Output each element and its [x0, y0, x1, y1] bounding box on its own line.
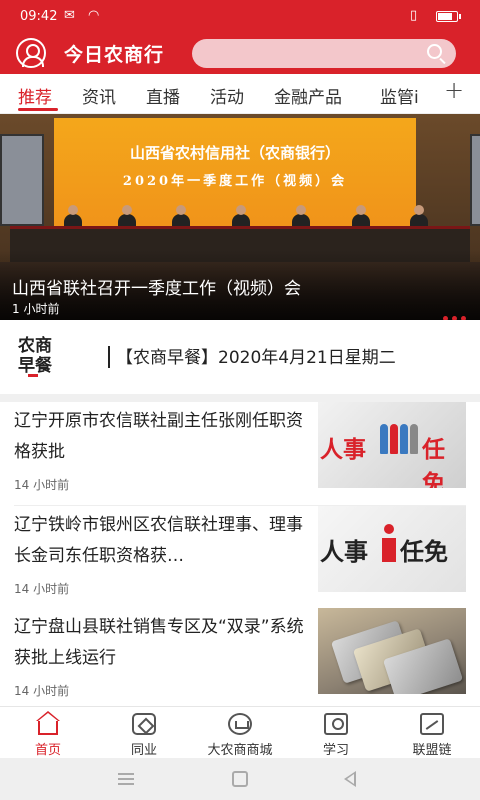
- breakfast-bulletin[interactable]: 农商 早餐 【农商早餐】2020年4月21日星期二: [0, 320, 480, 394]
- news-thumbnail[interactable]: 人事 任免: [318, 506, 466, 592]
- system-nav-bar: [0, 758, 480, 800]
- news-time: 14 小时前: [14, 684, 70, 698]
- nav-label: 同业: [130, 743, 157, 758]
- home-icon: [36, 711, 60, 735]
- back-icon[interactable]: [344, 771, 356, 787]
- breakfast-headline[interactable]: 【农商早餐】2020年4月21日星期二: [116, 343, 396, 368]
- nav-label: 学习: [322, 743, 349, 758]
- banner-caption: 山西省联社召开一季度工作（视频）会: [12, 279, 301, 299]
- status-time: 09:42: [20, 9, 58, 24]
- news-item[interactable]: 辽宁开原市农信联社副主任张刚任职资格获批 14 小时前 人事 任免: [0, 402, 480, 506]
- news-item[interactable]: 辽宁铁岭市银州区农信联社理事、理事长金司东任职资格获… 14 小时前 人事 任免: [0, 506, 480, 610]
- nav-mall[interactable]: 大农商商城: [192, 711, 288, 759]
- featured-banner[interactable]: 山西省农村信用社（农商银行） 2020年一季度工作（视频）会 山西省联社召开一季…: [0, 114, 480, 320]
- nav-label: 大农商商城: [207, 743, 273, 758]
- banner-screen-line2: 2020年一季度工作（视频）会: [122, 174, 348, 189]
- search-icon[interactable]: [427, 44, 442, 59]
- carousel-dots: [439, 306, 466, 320]
- peer-icon: [132, 713, 156, 735]
- search-input[interactable]: [192, 39, 456, 68]
- tab-regulation[interactable]: 监管i: [380, 83, 419, 108]
- wifi-icon: ◠: [88, 8, 100, 23]
- banner-screen-line1: 山西省农村信用社（农商银行）: [129, 144, 340, 162]
- learn-icon: [324, 713, 348, 735]
- mail-icon: ✉: [64, 8, 75, 23]
- app-bar: 今日农商行: [0, 34, 480, 74]
- news-title[interactable]: 辽宁盘山县联社销售专区及“双录”系统获批上线运行: [14, 612, 310, 674]
- category-tabs: 推荐 资讯 直播 活动 金融产品 监管i +: [0, 74, 480, 114]
- news-title[interactable]: 辽宁铁岭市银州区农信联社理事、理事长金司东任职资格获…: [14, 510, 310, 572]
- menu-icon[interactable]: [118, 773, 134, 785]
- nav-learn[interactable]: 学习: [288, 711, 384, 759]
- bottom-nav: 首页 同业 大农商商城 学习 联盟链: [0, 706, 480, 758]
- breakfast-logo: 农商 早餐: [18, 336, 64, 380]
- battery-icon: [436, 11, 461, 22]
- active-tab-indicator: [18, 108, 58, 111]
- vibrate-icon: ▯: [410, 8, 418, 23]
- nav-chain[interactable]: 联盟链: [384, 711, 480, 759]
- news-title[interactable]: 辽宁开原市农信联社副主任张刚任职资格获批: [14, 406, 310, 468]
- system-home-icon[interactable]: [232, 771, 248, 787]
- nav-label: 联盟链: [412, 743, 452, 758]
- tab-finance-products[interactable]: 金融产品: [274, 83, 342, 108]
- status-bar: 09:42 ✉ ◠ ▯: [0, 0, 480, 34]
- news-item[interactable]: 辽宁盘山县联社销售专区及“双录”系统获批上线运行 14 小时前: [0, 608, 480, 712]
- news-thumbnail[interactable]: 人事 任免: [318, 402, 466, 488]
- news-time: 14 小时前: [14, 478, 70, 492]
- chain-icon: [420, 713, 444, 735]
- tab-recommend[interactable]: 推荐: [18, 83, 52, 108]
- nav-peer[interactable]: 同业: [96, 711, 192, 759]
- news-thumbnail[interactable]: [318, 608, 466, 694]
- mall-icon: [228, 713, 252, 735]
- tab-events[interactable]: 活动: [210, 83, 244, 108]
- nav-home[interactable]: 首页: [0, 711, 96, 759]
- news-time: 14 小时前: [14, 582, 70, 596]
- banner-time: 1 小时前: [12, 302, 60, 316]
- add-tab-icon[interactable]: +: [444, 76, 464, 104]
- tab-live[interactable]: 直播: [146, 83, 180, 108]
- divider: [108, 346, 110, 368]
- profile-icon[interactable]: [16, 38, 46, 68]
- tab-news[interactable]: 资讯: [82, 83, 116, 108]
- app-title: 今日农商行: [64, 44, 165, 66]
- nav-label: 首页: [34, 743, 61, 758]
